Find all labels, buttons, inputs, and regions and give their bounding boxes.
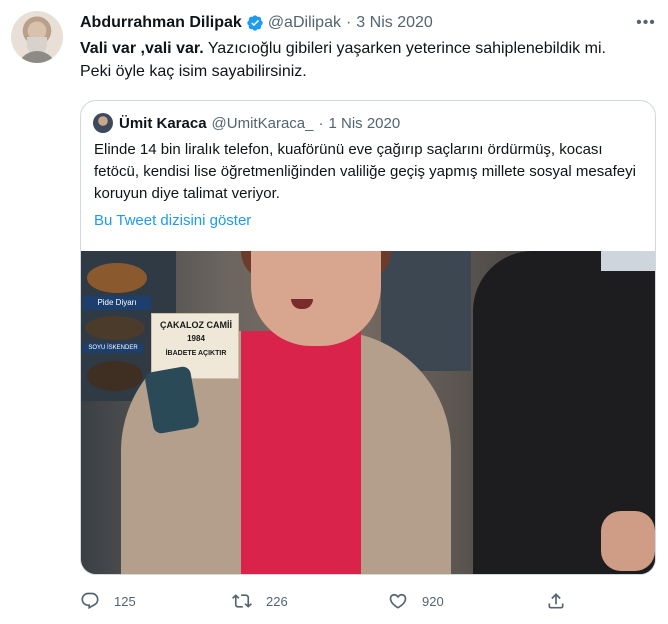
author-handle[interactable]: @aDilipak [268,14,341,32]
photo-dish-2 [87,361,143,391]
photo-dish [85,316,145,340]
quote-text: Elinde 14 bin liralık telefon, kuaförünü… [94,141,636,202]
heart-icon [389,593,407,609]
share-button[interactable] [546,588,580,614]
quoted-tweet[interactable]: Ümit Karaca @UmitKaraca_ · 1 Nis 2020 El… [80,100,656,575]
photo-shop-sign-2: SOYU İSKENDER [83,343,143,353]
retweet-button[interactable]: 226 [232,588,288,614]
quote-photo[interactable]: Pide Diyarı SOYU İSKENDER ÇAKALOZ CAMİİ … [81,251,655,574]
quote-author-avatar [93,113,113,133]
photo-mask [601,251,655,271]
like-count: 920 [422,593,444,609]
tweet[interactable]: Abdurrahman Dilipak @aDilipak · 3 Nis 20… [0,0,668,624]
poster-line: İBADETE AÇIKTIR [165,350,227,357]
tweet-actions: 125 226 920 [80,588,580,614]
header-separator: · [345,14,352,31]
like-button[interactable]: 920 [388,588,444,614]
verified-badge-icon [247,15,263,31]
share-icon [548,593,564,609]
poster-year: 1984 [187,334,205,343]
reply-icon [81,592,99,610]
author-name[interactable]: Abdurrahman Dilipak [80,14,242,32]
retweet-icon [232,594,252,608]
tweet-text: Vali var ,vali var. Yazıcıoğlu gibileri … [80,37,658,83]
photo-pide [87,263,147,293]
retweet-count: 226 [266,593,288,609]
show-thread-link[interactable]: Bu Tweet dizisini göster [94,212,251,229]
photo-hand [601,511,655,571]
photo-shop-sign: Pide Diyarı [83,296,151,310]
quote-author-name: Ümit Karaca [119,114,207,132]
tweet-header: Abdurrahman Dilipak @aDilipak · 3 Nis 20… [80,12,433,34]
author-avatar[interactable] [11,11,63,63]
tweet-text-bold: Vali var ,vali var. [80,40,204,57]
tweet-date[interactable]: 3 Nis 2020 [356,14,433,32]
quote-header: Ümit Karaca @UmitKaraca_ · 1 Nis 2020 [93,112,400,134]
reply-count: 125 [114,593,136,609]
avatar-shoulders [17,51,57,63]
quote-date: 1 Nis 2020 [328,114,401,132]
photo-red-shirt [241,331,361,574]
quote-author-handle: @UmitKaraca_ [211,114,314,132]
reply-button[interactable]: 125 [80,588,136,614]
more-options-icon[interactable]: ••• [634,12,658,34]
quote-separator: · [318,114,324,132]
poster-title: ÇAKALOZ CAMİİ [160,320,232,330]
